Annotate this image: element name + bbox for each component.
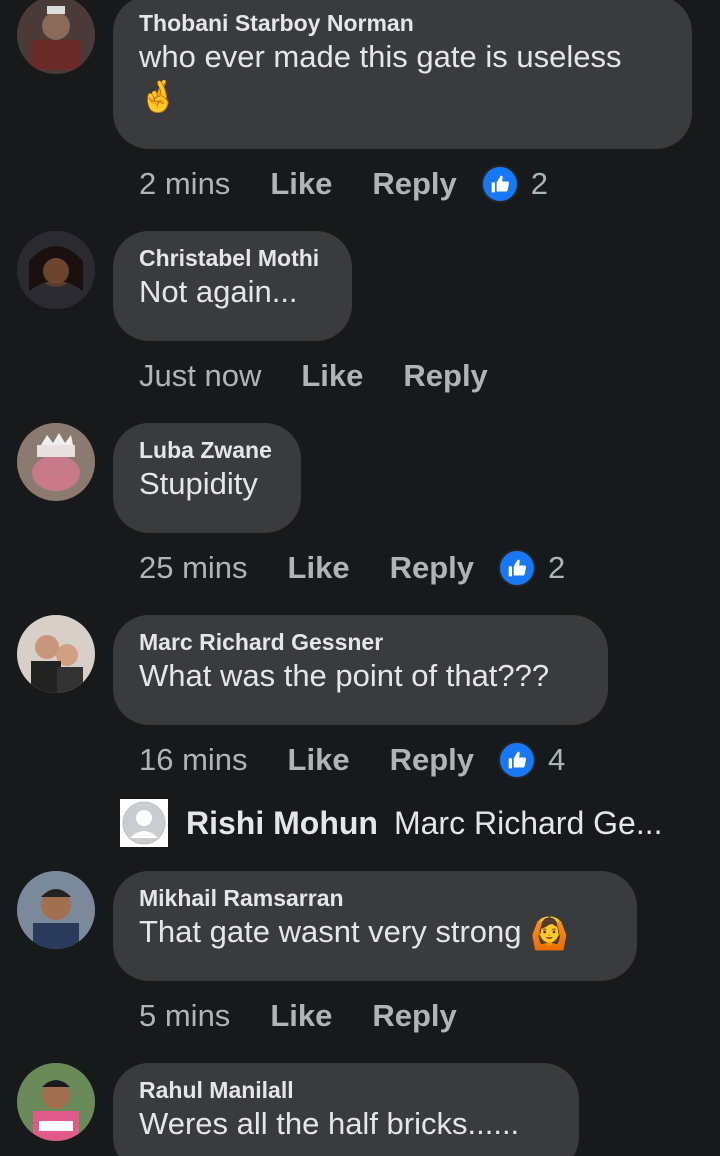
comment-actions: 5 mins Like Reply [139,996,457,1036]
like-button[interactable]: Like [288,550,350,586]
comment-time[interactable]: Just now [139,358,261,394]
default-avatar-icon [120,799,168,847]
avatar[interactable] [17,0,95,74]
comment-author[interactable]: Rahul Manilall [139,1076,553,1104]
comment-author[interactable]: Christabel Mothi [139,244,326,272]
thumbs-up-icon [480,165,519,203]
comment-author[interactable]: Luba Zwane [139,436,275,464]
reaction-count: 2 [530,166,549,201]
reaction-count: 4 [548,742,566,777]
reply-button[interactable]: Reply [372,998,456,1034]
like-button[interactable]: Like [270,166,332,202]
comment-bubble: Luba Zwane Stupidity [113,423,301,533]
comment-actions: 16 mins Like Reply 4 [139,740,565,780]
reply-button[interactable]: Reply [403,358,487,394]
avatar[interactable] [17,871,95,949]
comment-actions: 25 mins Like Reply 2 [139,548,565,588]
reply-snippet[interactable]: Marc Richard Ge... [394,805,663,842]
avatar[interactable] [17,423,95,501]
reaction-summary[interactable]: 2 [498,549,565,587]
comment-text: Not again... [139,274,298,309]
comment-time[interactable]: 2 mins [139,166,230,202]
comment-time[interactable]: 5 mins [139,998,230,1034]
like-button[interactable]: Like [270,998,332,1034]
avatar[interactable] [17,1063,95,1141]
comment-author[interactable]: Mikhail Ramsarran [139,884,611,912]
reply-author[interactable]: Rishi Mohun [186,805,378,842]
comment-bubble: Marc Richard Gessner What was the point … [113,615,608,725]
thumbs-up-icon [498,549,536,587]
emoji-crossed-fingers: 🤞 [139,79,178,114]
comment-text: That gate wasnt very strong 🙆 [139,912,611,954]
comment-time[interactable]: 25 mins [139,550,248,586]
reply-button[interactable]: Reply [372,166,456,202]
emoji-gesturing-ok: 🙆 [530,915,569,951]
comment-bubble: Mikhail Ramsarran That gate wasnt very s… [113,871,637,981]
comment-text: Stupidity [139,466,258,501]
reaction-summary[interactable]: 2 [480,165,549,203]
comment-text: What was the point of that??? [139,658,550,693]
avatar[interactable] [17,615,95,693]
comment-text: Weres all the half bricks...... [139,1106,520,1141]
comment-author[interactable]: Marc Richard Gessner [139,628,582,656]
comment-bubble: Thobani Starboy Norman who ever made thi… [113,0,692,149]
comment-text-content: That gate wasnt very strong [139,914,522,949]
comment-bubble: Rahul Manilall Weres all the half bricks… [113,1063,579,1156]
comments-page: Thobani Starboy Norman who ever made thi… [0,0,720,1156]
thumbs-up-icon [498,741,536,779]
comment-actions: Just now Like Reply [139,356,488,396]
comment-bubble: Christabel Mothi Not again... [113,231,352,341]
reply-preview[interactable]: Rishi Mohun Marc Richard Ge... [120,798,662,848]
avatar[interactable] [17,231,95,309]
comment-author[interactable]: Thobani Starboy Norman [139,9,666,37]
reply-button[interactable]: Reply [390,742,474,778]
like-button[interactable]: Like [288,742,350,778]
comment-actions: 2 mins Like Reply 2 [139,164,548,204]
comment-time[interactable]: 16 mins [139,742,248,778]
comment-text: who ever made this gate is useless [139,39,622,74]
like-button[interactable]: Like [301,358,363,394]
reaction-summary[interactable]: 4 [498,741,565,779]
reaction-count: 2 [548,550,566,585]
reply-button[interactable]: Reply [390,550,474,586]
